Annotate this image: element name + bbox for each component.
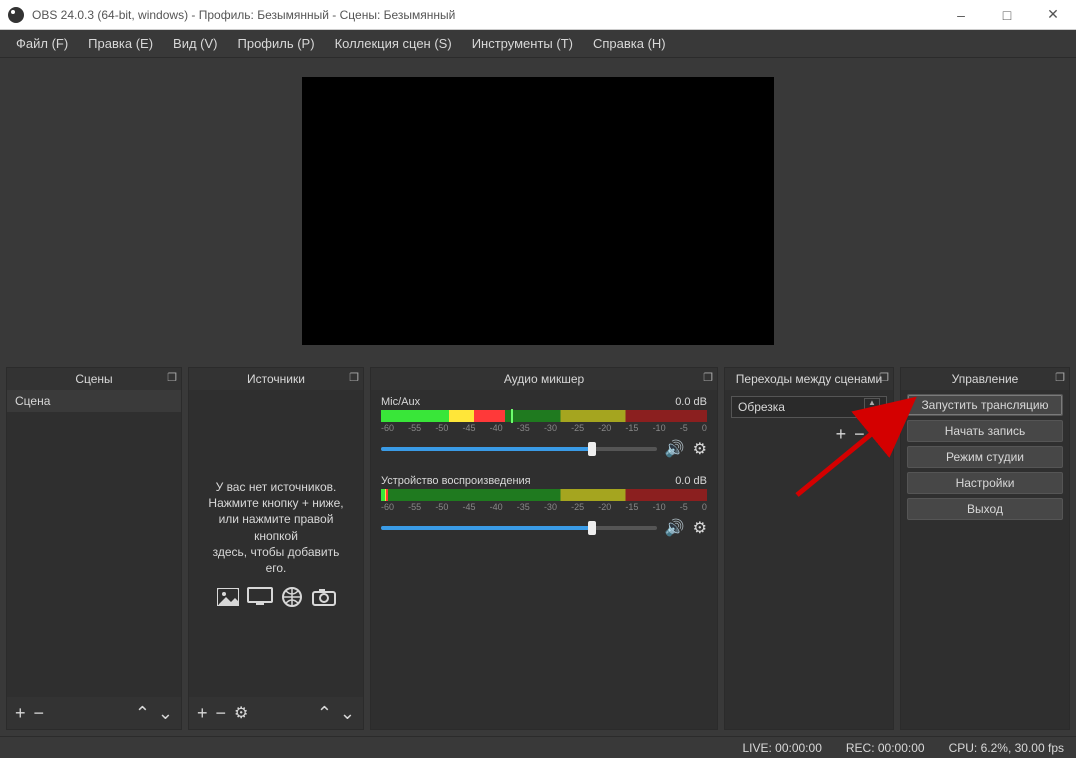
studio-mode-button[interactable]: Режим студии xyxy=(907,446,1063,468)
popout-icon[interactable]: ❐ xyxy=(167,371,177,384)
sources-dock: Источники ❐ У вас нет источников. Нажмит… xyxy=(188,367,364,730)
mixer-channel: Mic/Aux 0.0 dB -60-55-50-45-40-35-30-25-… xyxy=(371,390,717,469)
sources-header: Источники ❐ xyxy=(189,368,363,390)
scene-move-down-button[interactable]: ⌄ xyxy=(158,703,173,724)
app-icon xyxy=(8,7,24,23)
source-move-up-button[interactable]: ⌃ xyxy=(317,703,332,724)
mixer-channel-name: Mic/Aux xyxy=(381,396,420,408)
titlebar: OBS 24.0.3 (64-bit, windows) - Профиль: … xyxy=(0,0,1076,30)
controls-dock: Управление ❐ Запустить трансляцию Начать… xyxy=(900,367,1070,730)
transition-properties-button[interactable]: ⚙ xyxy=(873,425,887,445)
scene-move-up-button[interactable]: ⌃ xyxy=(135,703,150,724)
speaker-icon[interactable]: 🔊 xyxy=(665,518,685,538)
popout-icon[interactable]: ❐ xyxy=(349,371,359,384)
mixer-channel-level: 0.0 dB xyxy=(675,396,707,408)
scenes-body[interactable]: Сцена xyxy=(7,390,181,697)
preview-area xyxy=(0,58,1076,363)
spinner-icon[interactable]: ▲▼ xyxy=(864,398,880,416)
maximize-button[interactable]: □ xyxy=(984,0,1030,30)
scene-add-button[interactable]: + xyxy=(15,703,26,724)
popout-icon[interactable]: ❐ xyxy=(1055,371,1065,384)
menu-tools[interactable]: Инструменты (T) xyxy=(462,32,583,55)
level-meter xyxy=(381,410,707,422)
meter-ticks: -60-55-50-45-40-35-30-25-20-15-10-50 xyxy=(381,423,707,433)
image-icon xyxy=(215,586,241,608)
scenes-dock: Сцены ❐ Сцена + − ⌃ ⌄ xyxy=(6,367,182,730)
start-recording-button[interactable]: Начать запись xyxy=(907,420,1063,442)
speaker-icon[interactable]: 🔊 xyxy=(665,439,685,459)
source-remove-button[interactable]: − xyxy=(216,703,227,724)
mixer-title: Аудио микшер xyxy=(504,372,584,386)
controls-body: Запустить трансляцию Начать запись Режим… xyxy=(901,390,1069,729)
status-rec: REC: 00:00:00 xyxy=(846,741,925,755)
source-add-button[interactable]: + xyxy=(197,703,208,724)
menu-help[interactable]: Справка (H) xyxy=(583,32,676,55)
volume-slider[interactable] xyxy=(381,526,657,530)
menu-profile[interactable]: Профиль (P) xyxy=(228,32,325,55)
exit-button[interactable]: Выход xyxy=(907,498,1063,520)
level-meter xyxy=(381,489,707,501)
transition-selected-label: Обрезка xyxy=(738,400,785,414)
camera-icon xyxy=(311,586,337,608)
status-live: LIVE: 00:00:00 xyxy=(742,741,821,755)
scene-item[interactable]: Сцена xyxy=(7,390,181,412)
sources-title: Источники xyxy=(247,372,305,386)
menubar: Файл (F) Правка (E) Вид (V) Профиль (P) … xyxy=(0,30,1076,58)
menu-edit[interactable]: Правка (E) xyxy=(78,32,163,55)
sources-footer: + − ⚙ ⌃ ⌄ xyxy=(189,697,363,729)
start-streaming-button[interactable]: Запустить трансляцию xyxy=(907,394,1063,416)
transition-select[interactable]: Обрезка ▲▼ xyxy=(731,396,887,418)
scenes-footer: + − ⌃ ⌄ xyxy=(7,697,181,729)
sources-empty-line: У вас нет источников. xyxy=(216,480,337,494)
popout-icon[interactable]: ❐ xyxy=(879,371,889,384)
menu-file[interactable]: Файл (F) xyxy=(6,32,78,55)
scene-remove-button[interactable]: − xyxy=(34,703,45,724)
mixer-channel-name: Устройство воспроизведения xyxy=(381,475,531,487)
scenes-header: Сцены ❐ xyxy=(7,368,181,390)
menu-view[interactable]: Вид (V) xyxy=(163,32,227,55)
mixer-body: Mic/Aux 0.0 dB -60-55-50-45-40-35-30-25-… xyxy=(371,390,717,729)
transitions-title: Переходы между сценами xyxy=(736,372,882,386)
sources-empty-line: здесь, чтобы добавить его. xyxy=(213,545,340,575)
transition-add-button[interactable]: + xyxy=(836,424,847,445)
sources-empty-line: Нажмите кнопку + ниже, xyxy=(208,496,343,510)
gear-icon[interactable]: ⚙ xyxy=(693,439,707,459)
globe-icon xyxy=(279,586,305,608)
meter-ticks: -60-55-50-45-40-35-30-25-20-15-10-50 xyxy=(381,502,707,512)
minimize-button[interactable]: – xyxy=(938,0,984,30)
mixer-channel-level: 0.0 dB xyxy=(675,475,707,487)
source-properties-button[interactable]: ⚙ xyxy=(234,703,248,723)
close-button[interactable]: ✕ xyxy=(1030,0,1076,30)
transitions-body: Обрезка ▲▼ + − ⚙ xyxy=(725,390,893,729)
source-type-icons xyxy=(215,586,337,608)
scenes-title: Сцены xyxy=(75,372,112,386)
preview-canvas[interactable] xyxy=(302,77,774,345)
sources-body[interactable]: У вас нет источников. Нажмите кнопку + н… xyxy=(189,390,363,697)
status-cpu: CPU: 6.2%, 30.00 fps xyxy=(949,741,1064,755)
source-move-down-button[interactable]: ⌄ xyxy=(340,703,355,724)
popout-icon[interactable]: ❐ xyxy=(703,371,713,384)
window-title: OBS 24.0.3 (64-bit, windows) - Профиль: … xyxy=(32,8,938,22)
volume-slider[interactable] xyxy=(381,447,657,451)
mixer-dock: Аудио микшер ❐ Mic/Aux 0.0 dB -60-55-50-… xyxy=(370,367,718,730)
status-bar: LIVE: 00:00:00 REC: 00:00:00 CPU: 6.2%, … xyxy=(0,736,1076,758)
transitions-dock: Переходы между сценами ❐ Обрезка ▲▼ + − … xyxy=(724,367,894,730)
settings-button[interactable]: Настройки xyxy=(907,472,1063,494)
controls-title: Управление xyxy=(952,372,1019,386)
mixer-header: Аудио микшер ❐ xyxy=(371,368,717,390)
docks-row: Сцены ❐ Сцена + − ⌃ ⌄ Источники ❐ У вас … xyxy=(0,363,1076,736)
display-icon xyxy=(247,586,273,608)
transitions-header: Переходы между сценами ❐ xyxy=(725,368,893,390)
sources-empty-line: или нажмите правой кнопкой xyxy=(219,512,334,542)
gear-icon[interactable]: ⚙ xyxy=(693,518,707,538)
mixer-channel: Устройство воспроизведения 0.0 dB -60-55… xyxy=(371,469,717,548)
controls-header: Управление ❐ xyxy=(901,368,1069,390)
transition-remove-button[interactable]: − xyxy=(854,424,865,445)
menu-scene-collection[interactable]: Коллекция сцен (S) xyxy=(325,32,462,55)
